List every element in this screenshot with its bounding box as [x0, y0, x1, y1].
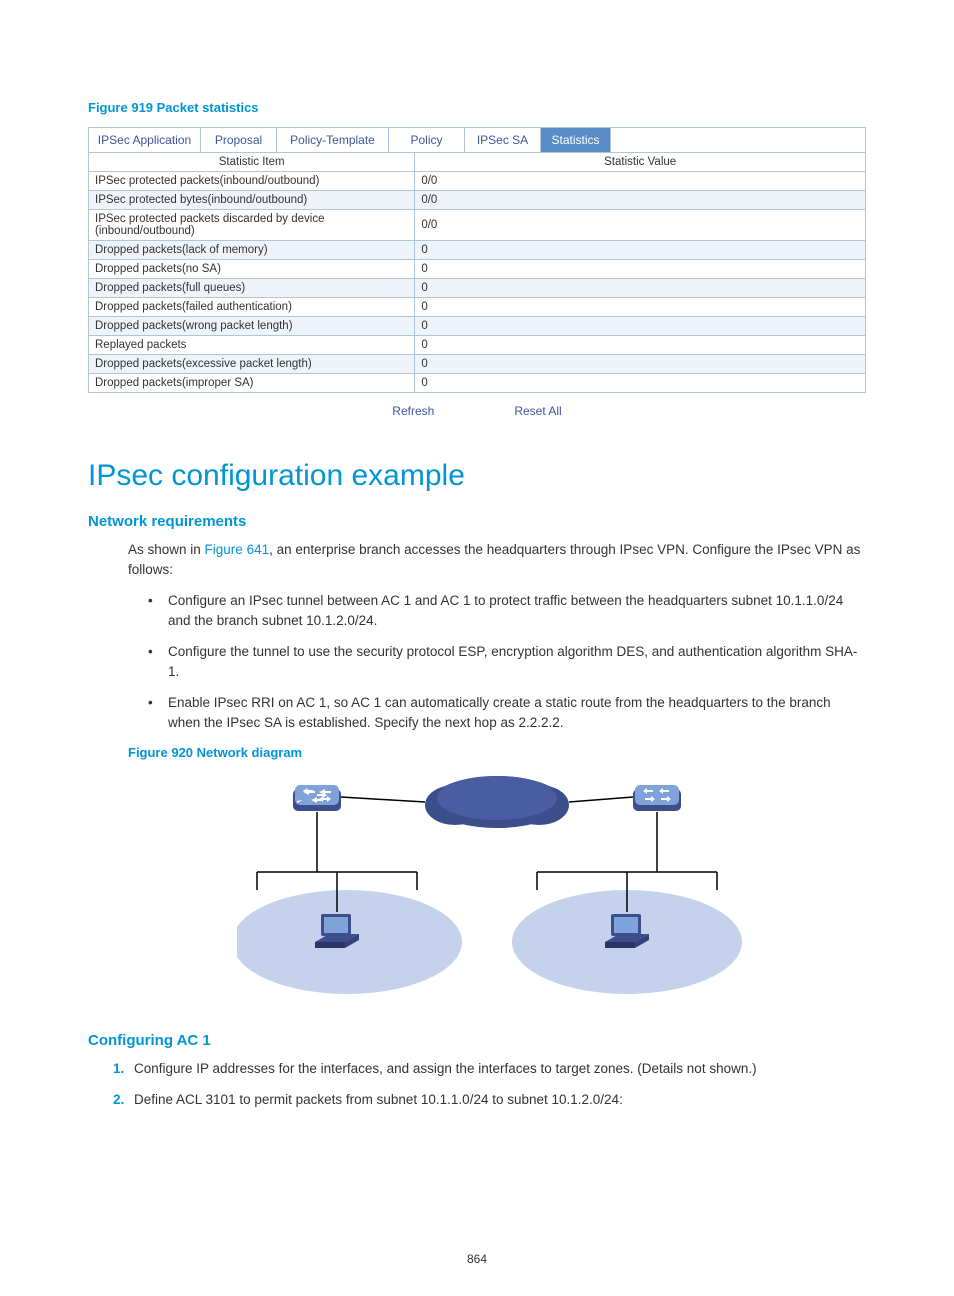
stat-value: 0 — [415, 298, 866, 317]
reset-all-button[interactable]: Reset All — [489, 399, 586, 423]
stat-item: IPSec protected bytes(inbound/outbound) — [89, 191, 415, 210]
configuring-ac1-heading: Configuring AC 1 — [88, 1032, 866, 1049]
stat-item: Dropped packets(lack of memory) — [89, 241, 415, 260]
table-row: Dropped packets(excessive packet length)… — [89, 355, 866, 374]
tab-ipsec-sa[interactable]: IPSec SA — [465, 128, 541, 152]
stat-item: IPSec protected packets discarded by dev… — [89, 210, 415, 241]
stat-value: 0 — [415, 355, 866, 374]
page-number: 864 — [0, 1252, 954, 1266]
step-item: Define ACL 3101 to permit packets from s… — [128, 1090, 866, 1110]
table-row: Replayed packets0 — [89, 336, 866, 355]
stat-value: 0 — [415, 374, 866, 393]
stat-item: Replayed packets — [89, 336, 415, 355]
list-item: Configure an IPsec tunnel between AC 1 a… — [148, 591, 866, 630]
network-requirements-para: As shown in Figure 641, an enterprise br… — [128, 540, 866, 579]
table-row: Dropped packets(failed authentication)0 — [89, 298, 866, 317]
configuration-steps: Configure IP addresses for the interface… — [88, 1059, 866, 1110]
stat-item: Dropped packets(wrong packet length) — [89, 317, 415, 336]
stat-item: Dropped packets(full queues) — [89, 279, 415, 298]
stat-value: 0 — [415, 317, 866, 336]
stat-value: 0 — [415, 260, 866, 279]
tab-statistics[interactable]: Statistics — [541, 128, 611, 152]
tab-policy-template[interactable]: Policy-Template — [277, 128, 389, 152]
table-row: Dropped packets(wrong packet length)0 — [89, 317, 866, 336]
table-row: Dropped packets(no SA)0 — [89, 260, 866, 279]
network-diagram — [237, 772, 757, 1002]
table-row: Dropped packets(improper SA)0 — [89, 374, 866, 393]
stat-value: 0/0 — [415, 191, 866, 210]
stat-item: Dropped packets(no SA) — [89, 260, 415, 279]
col-header-item: Statistic Item — [89, 153, 415, 172]
list-item: Configure the tunnel to use the security… — [148, 642, 866, 681]
refresh-button[interactable]: Refresh — [367, 399, 459, 423]
col-header-value: Statistic Value — [415, 153, 866, 172]
figure-919-caption: Figure 919 Packet statistics — [88, 100, 866, 115]
ipsec-tabs: IPSec ApplicationProposalPolicy-Template… — [88, 127, 866, 152]
tab-policy[interactable]: Policy — [389, 128, 465, 152]
stat-value: 0/0 — [415, 210, 866, 241]
stat-value: 0 — [415, 279, 866, 298]
tab-proposal[interactable]: Proposal — [201, 128, 277, 152]
stat-value: 0 — [415, 241, 866, 260]
table-row: Dropped packets(lack of memory)0 — [89, 241, 866, 260]
step-item: Configure IP addresses for the interface… — [128, 1059, 866, 1079]
figure-920-caption: Figure 920 Network diagram — [128, 745, 866, 760]
stat-item: Dropped packets(improper SA) — [89, 374, 415, 393]
table-row: IPSec protected packets discarded by dev… — [89, 210, 866, 241]
stat-item: Dropped packets(failed authentication) — [89, 298, 415, 317]
tab-ipsec-application[interactable]: IPSec Application — [89, 128, 201, 152]
list-item: Enable IPsec RRI on AC 1, so AC 1 can au… — [148, 693, 866, 732]
table-row: IPSec protected bytes(inbound/outbound)0… — [89, 191, 866, 210]
stat-value: 0 — [415, 336, 866, 355]
page-heading: IPsec configuration example — [88, 459, 866, 493]
table-row: Dropped packets(full queues)0 — [89, 279, 866, 298]
stat-value: 0/0 — [415, 172, 866, 191]
statistics-table: Statistic Item Statistic Value IPSec pro… — [88, 152, 866, 393]
stat-item: IPSec protected packets(inbound/outbound… — [89, 172, 415, 191]
requirements-list: Configure an IPsec tunnel between AC 1 a… — [128, 591, 866, 732]
figure-641-link[interactable]: Figure 641 — [205, 542, 270, 557]
stat-item: Dropped packets(excessive packet length) — [89, 355, 415, 374]
table-row: IPSec protected packets(inbound/outbound… — [89, 172, 866, 191]
network-requirements-heading: Network requirements — [88, 513, 866, 530]
